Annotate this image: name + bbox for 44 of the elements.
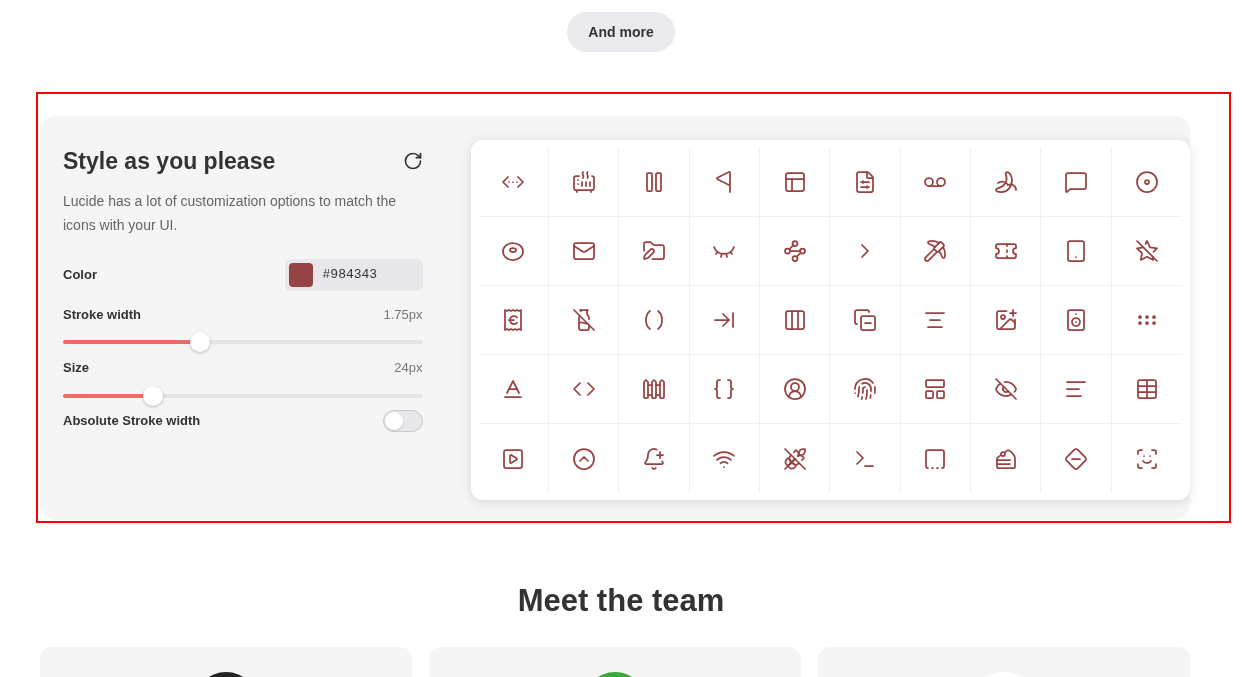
folder-pen-icon[interactable]	[641, 239, 666, 263]
slider-value: 1.75px	[383, 305, 423, 324]
milk-off-icon[interactable]	[571, 308, 596, 332]
diamond-minus-icon[interactable]	[1063, 446, 1088, 471]
layout-panel-icon[interactable]	[923, 377, 948, 401]
chevron-up-circle-icon[interactable]	[571, 446, 596, 471]
section-title: Style as you please	[63, 147, 276, 176]
slider[interactable]	[63, 332, 423, 352]
braces-icon[interactable]	[712, 377, 737, 401]
color-value: #984343	[322, 265, 378, 284]
reset-icon[interactable]	[402, 151, 423, 172]
color-field[interactable]: #984343	[284, 258, 423, 291]
fingerprint-icon[interactable]	[852, 377, 877, 401]
banana-icon[interactable]	[993, 170, 1018, 194]
copy-minus-icon[interactable]	[852, 308, 877, 332]
slider-value: 24px	[394, 359, 423, 377]
cake-slice-icon[interactable]	[993, 446, 1018, 471]
slider-label: Stroke width	[63, 305, 141, 324]
color-label: Color	[63, 265, 97, 284]
section-description: Lucide has a lot of customization options to match the icons with your UI.	[63, 191, 398, 235]
disc-icon[interactable]	[1134, 170, 1159, 194]
chat-bubble-icon[interactable]	[1063, 170, 1088, 194]
eye-off-icon[interactable]	[993, 377, 1018, 401]
mail-icon[interactable]	[571, 239, 596, 263]
play-square-icon[interactable]	[501, 446, 526, 471]
heater-icon[interactable]	[571, 170, 596, 194]
team-heading: Meet the team	[516, 582, 726, 620]
toggle-label: Absolute Stroke width	[63, 411, 201, 430]
user-circle-icon[interactable]	[782, 377, 807, 401]
image-plus-icon[interactable]	[993, 308, 1018, 332]
columns-icon[interactable]	[782, 308, 807, 332]
pickaxe-icon[interactable]	[923, 239, 948, 263]
dashed-square-icon[interactable]	[923, 446, 948, 471]
face-scan-icon[interactable]	[1134, 446, 1159, 471]
star-off-icon[interactable]	[1134, 239, 1159, 263]
torus-icon[interactable]	[501, 239, 526, 263]
table-icon[interactable]	[1134, 377, 1159, 401]
slider-label: Size	[63, 359, 89, 377]
nodes-icon[interactable]	[782, 239, 807, 263]
more-button[interactable]: And more	[567, 12, 675, 52]
bell-plus-icon[interactable]	[641, 446, 666, 471]
slider[interactable]	[63, 385, 423, 406]
color-swatch[interactable]	[288, 262, 313, 287]
wheat-off-icon[interactable]	[782, 446, 807, 471]
